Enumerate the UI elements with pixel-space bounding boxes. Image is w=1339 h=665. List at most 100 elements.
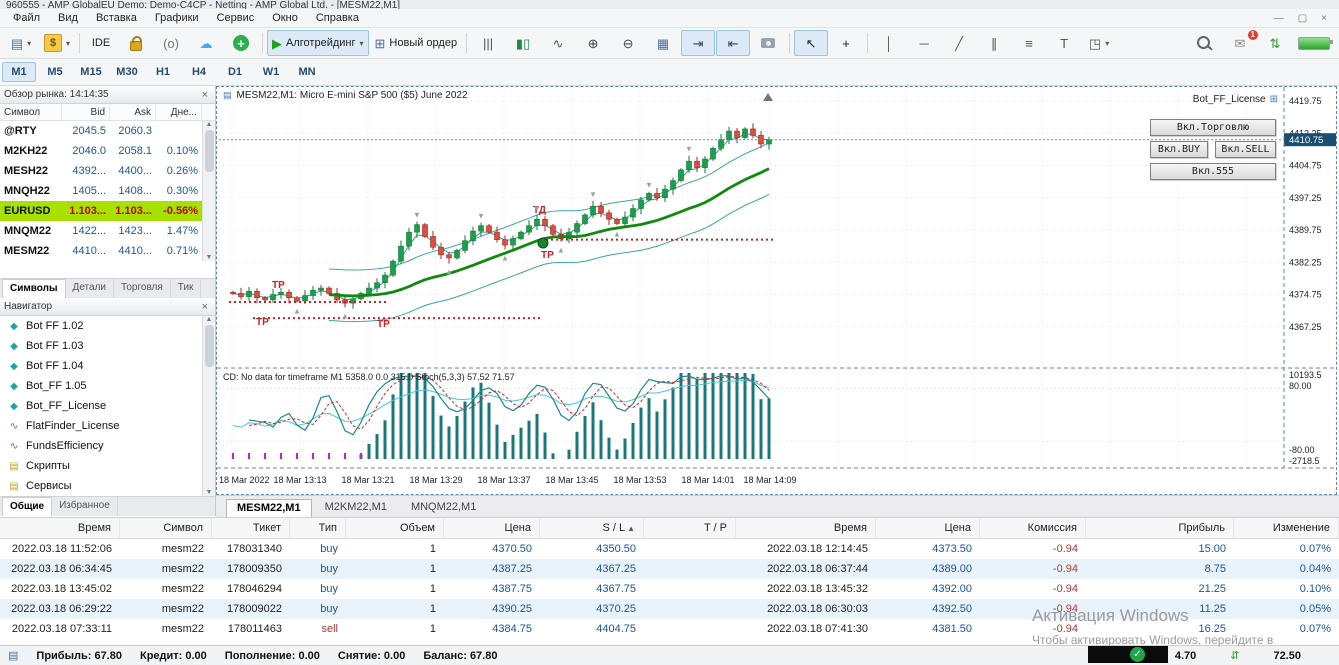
enable-555-button[interactable]: Вкл.555 <box>1150 163 1276 180</box>
menu-item-5[interactable]: Окно <box>263 10 307 26</box>
scroll-thumb[interactable] <box>204 130 214 172</box>
scroll-up-icon[interactable]: ▲ <box>206 121 213 128</box>
close-icon[interactable]: × <box>1321 13 1327 24</box>
menu-item-6[interactable]: Справка <box>307 10 368 26</box>
bars-chart-icon[interactable]: ||| <box>471 30 505 56</box>
timeframe-m1[interactable]: M1 <box>2 62 36 82</box>
profiles-icon[interactable]: $ ▾ <box>39 30 75 56</box>
market-watch-row[interactable]: @RTY 2045.5 2060.3 <box>0 121 215 141</box>
market-watch-scrollbar[interactable]: ▲ ▼ <box>202 121 215 261</box>
history-col-5[interactable]: Цена <box>444 518 540 538</box>
market-watch-col-1[interactable]: Bid <box>62 104 110 120</box>
restore-icon[interactable]: ▢ <box>1298 13 1307 24</box>
chart-shift-icon[interactable]: ⇥ <box>681 30 716 56</box>
navigator-item[interactable]: ∿ FlatFinder_License <box>0 416 215 436</box>
market-watch-tab[interactable]: Детали <box>66 279 114 298</box>
navigator-item[interactable]: ∿ FundsEfficiency <box>0 436 215 456</box>
timeframe-m5[interactable]: M5 <box>38 62 72 82</box>
history-col-10[interactable]: Комиссия <box>980 518 1086 538</box>
history-col-4[interactable]: Объем <box>346 518 444 538</box>
menu-item-2[interactable]: Вставка <box>87 10 146 26</box>
chart-window-icon[interactable]: ▤ <box>223 90 232 101</box>
horizontal-line-icon[interactable]: ─ <box>907 30 941 56</box>
history-col-1[interactable]: Символ <box>120 518 212 538</box>
candles-chart-icon[interactable]: ▮▯ <box>506 30 540 56</box>
crosshair-icon[interactable]: + <box>829 30 863 56</box>
navigator-tab[interactable]: Общие <box>2 497 53 516</box>
ide-button[interactable]: IDE <box>84 30 118 56</box>
screenshot-icon[interactable] <box>751 30 785 56</box>
market-watch-row[interactable]: EURUSD 1.103... 1.103... -0.56% <box>0 201 215 221</box>
channel-icon[interactable]: ∥ <box>977 30 1011 56</box>
navigator-item[interactable]: ◆ Bot_FF_License <box>0 396 215 416</box>
line-chart-icon[interactable]: ∿ <box>541 30 575 56</box>
timeframe-mn[interactable]: MN <box>290 62 324 82</box>
menu-item-1[interactable]: Вид <box>49 10 87 26</box>
timeframe-m15[interactable]: M15 <box>74 62 108 82</box>
cloud-icon[interactable]: ☁ <box>189 30 223 56</box>
market-watch-row[interactable]: MNQH22 1405... 1408... 0.30% <box>0 181 215 201</box>
history-col-11[interactable]: Прибыль <box>1086 518 1234 538</box>
trendline-icon[interactable]: ╱ <box>942 30 976 56</box>
mql-community-icon[interactable]: (ο) <box>154 30 188 56</box>
timeframe-h4[interactable]: H4 <box>182 62 216 82</box>
navigator-item[interactable]: ◆ Bot FF 1.04 <box>0 356 215 376</box>
chart-tab[interactable]: MNQM22,M1 <box>400 498 487 517</box>
scroll-down-icon[interactable]: ▼ <box>206 254 213 261</box>
zoom-in-icon[interactable]: ⊕ <box>576 30 610 56</box>
navigator-item[interactable]: ◆ Bot FF 1.02 <box>0 316 215 336</box>
menu-item-4[interactable]: Сервис <box>208 10 264 26</box>
navigator-tab[interactable]: Избранное <box>52 497 118 516</box>
history-row[interactable]: 2022.03.18 13:45:02 mesm22 178046294 buy 1 43… <box>0 579 1339 599</box>
connection-indicator[interactable] <box>1293 30 1335 56</box>
new-chart-icon[interactable]: ▤ ▾ <box>4 30 38 56</box>
cursor-icon[interactable]: ↖ <box>794 30 829 56</box>
history-col-2[interactable]: Тикет <box>212 518 290 538</box>
navigator-scrollbar[interactable]: ▲ ▼ <box>202 316 215 496</box>
history-col-8[interactable]: Время <box>736 518 876 538</box>
notifications-icon[interactable]: ✉ 1 <box>1223 30 1258 56</box>
scroll-up-icon[interactable]: ▲ <box>206 316 213 323</box>
new-order-button[interactable]: ⊞ Новый ордер <box>370 30 463 56</box>
timeframe-d1[interactable]: D1 <box>218 62 252 82</box>
navigator-item[interactable]: ▤ Скрипты <box>0 456 215 476</box>
zoom-out-icon[interactable]: ⊖ <box>611 30 645 56</box>
navigator-item[interactable]: ▤ Сервисы <box>0 476 215 496</box>
search-icon[interactable] <box>1188 30 1222 56</box>
traffic-icon[interactable]: ⇅ <box>1258 30 1292 56</box>
timeframe-w1[interactable]: W1 <box>254 62 288 82</box>
market-watch-row[interactable]: MESM22 4410... 4410... 0.71% <box>0 241 215 261</box>
enable-buy-button[interactable]: Вкл.BUY <box>1150 141 1208 158</box>
navigator-item[interactable]: ◆ Bot_FF 1.05 <box>0 376 215 396</box>
lock-icon[interactable] <box>119 30 153 56</box>
history-col-6[interactable]: S / L ▲ <box>540 518 644 538</box>
fibonacci-icon[interactable]: ≡ <box>1012 30 1046 56</box>
chart-panel[interactable]: 4419.754412.254404.754397.254389.754382.… <box>216 86 1337 495</box>
market-watch-tab[interactable]: Торговля <box>114 279 171 298</box>
history-row[interactable]: 2022.03.18 06:34:45 mesm22 178009350 buy 1 43… <box>0 559 1339 579</box>
market-watch-tab[interactable]: Символы <box>2 279 66 298</box>
history-col-9[interactable]: Цена <box>876 518 980 538</box>
auto-scroll-icon[interactable]: ⇤ <box>716 30 751 56</box>
algo-trading-button[interactable]: ▶ Алготрейдинг ▾ <box>267 30 369 56</box>
market-watch-col-3[interactable]: Дне... <box>156 104 202 120</box>
vertical-line-icon[interactable]: │ <box>872 30 906 56</box>
timeframe-h1[interactable]: H1 <box>146 62 180 82</box>
market-watch-col-0[interactable]: Символ <box>0 104 62 120</box>
tile-windows-icon[interactable]: ▦ <box>646 30 680 56</box>
navigator-item[interactable]: ◆ Bot FF 1.03 <box>0 336 215 356</box>
scroll-thumb[interactable] <box>204 325 214 367</box>
market-watch-row[interactable]: MNQM22 1422... 1423... 1.47% <box>0 221 215 241</box>
menu-item-0[interactable]: Файл <box>4 10 49 26</box>
chart-tab[interactable]: MESM22,M1 <box>226 499 312 517</box>
chart-tab[interactable]: M2KM22,M1 <box>314 498 398 517</box>
market-watch-col-2[interactable]: Ask <box>110 104 156 120</box>
close-icon[interactable]: × <box>199 89 211 101</box>
history-col-3[interactable]: Тип <box>290 518 346 538</box>
add-service-icon[interactable]: + <box>224 30 258 56</box>
enable-trading-button[interactable]: Вкл.Торговлю <box>1150 119 1276 136</box>
timeframe-m30[interactable]: M30 <box>110 62 144 82</box>
history-col-0[interactable]: Время <box>0 518 120 538</box>
market-watch-tab[interactable]: Тик <box>171 279 202 298</box>
history-col-7[interactable]: T / P <box>644 518 736 538</box>
